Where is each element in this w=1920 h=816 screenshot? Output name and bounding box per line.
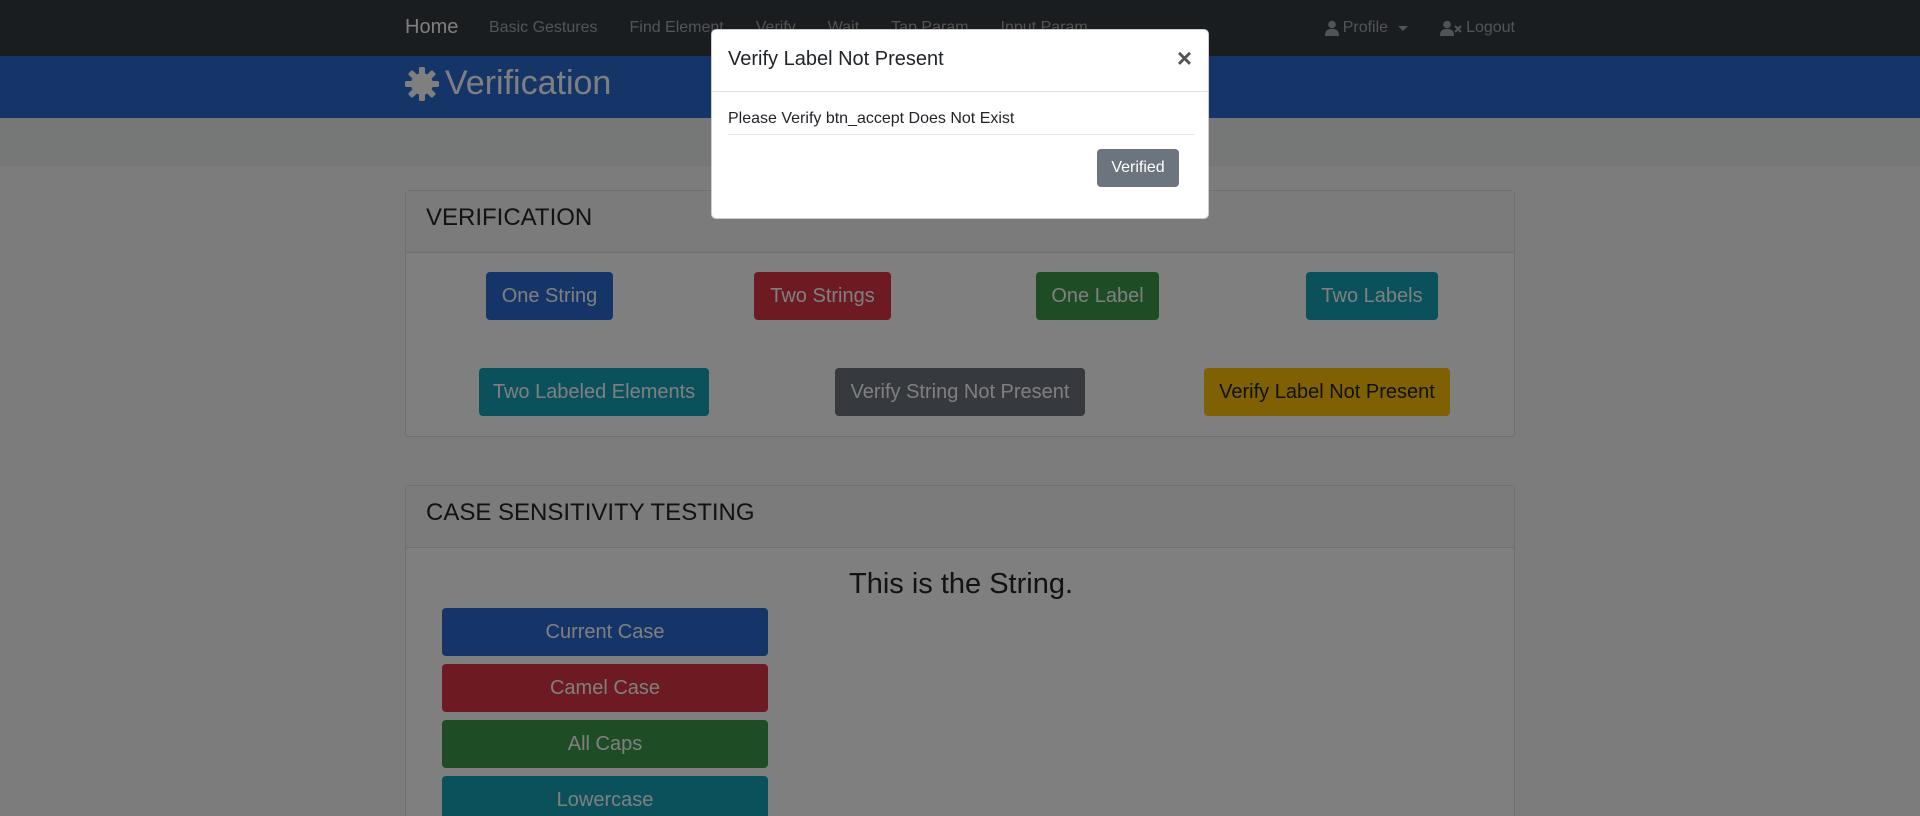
modal-title: Verify Label Not Present	[728, 48, 944, 70]
verified-button[interactable]: Verified	[1097, 149, 1179, 187]
verify-label-modal: Verify Label Not Present × Please Verify…	[711, 29, 1209, 219]
modal-body-text: Please Verify btn_accept Does Not Exist	[728, 110, 1194, 135]
modal-header: Verify Label Not Present ×	[712, 30, 1208, 92]
close-icon[interactable]: ×	[1177, 45, 1192, 71]
